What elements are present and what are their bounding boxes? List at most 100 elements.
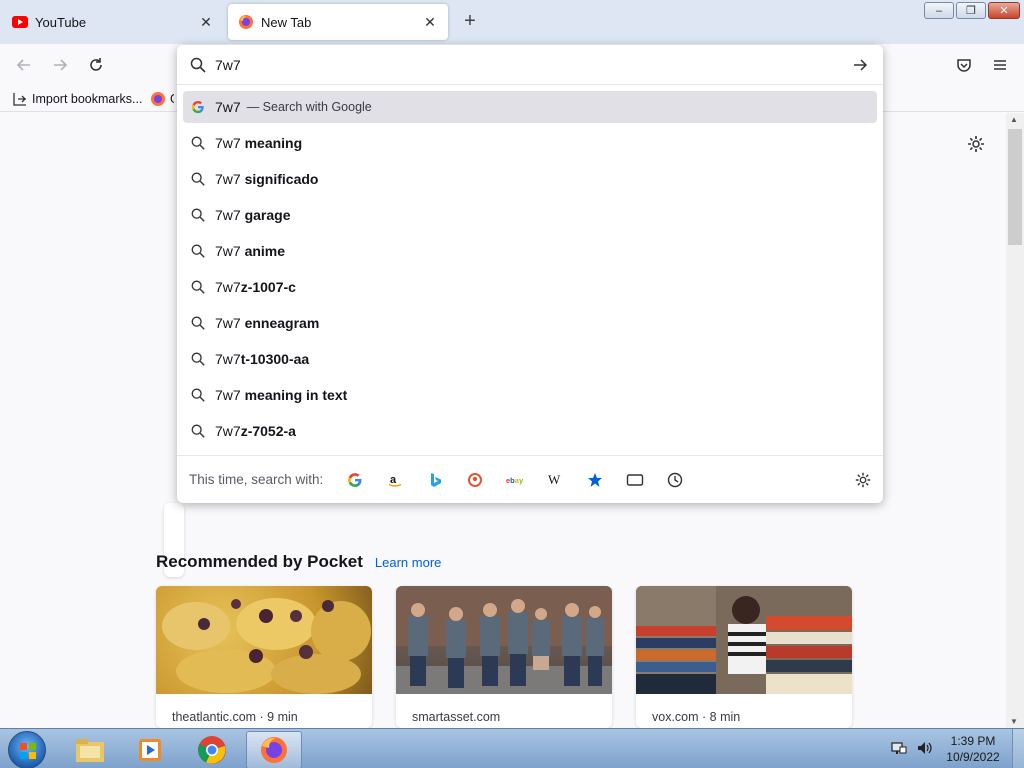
close-window-button[interactable]: ✕: [988, 2, 1020, 19]
suggestion-prefix: 7w7: [215, 351, 241, 367]
suggestion-row[interactable]: 7w7z-7052-a: [183, 415, 877, 447]
suggestion-text: 7w7t-10300-aa: [215, 351, 309, 367]
show-desktop-button[interactable]: [1012, 729, 1024, 768]
forward-arrow-icon: [54, 59, 68, 71]
reload-icon: [90, 58, 102, 71]
ebay-icon: ebay: [506, 476, 524, 485]
clock-icon: [667, 472, 683, 488]
page-scrollbar[interactable]: ▲ ▼: [1006, 113, 1024, 728]
suggestion-row[interactable]: 7w7t-10300-aa: [183, 343, 877, 375]
youtube-icon: [12, 14, 28, 30]
suggestion-text: 7w7 meaning in text: [215, 387, 347, 403]
start-button[interactable]: [8, 731, 46, 768]
folder-icon: [76, 739, 104, 762]
clock-time: 1:39 PM: [950, 734, 996, 748]
suggestion-row[interactable]: 7w7 — Search with Google: [183, 91, 877, 123]
one-off-label: This time, search with:: [189, 472, 324, 487]
card-source: smartasset.com: [412, 710, 501, 724]
taskbar-firefox[interactable]: [246, 731, 302, 768]
google-icon: [190, 99, 206, 115]
import-bookmarks-button[interactable]: Import bookmarks...: [12, 90, 142, 108]
system-clock[interactable]: 1:39 PM 10/9/2022: [940, 733, 1006, 765]
address-bar: [177, 45, 883, 85]
star-icon: [588, 473, 602, 487]
suggestion-text: 7w7z-7052-a: [215, 423, 296, 439]
back-button[interactable]: [12, 53, 36, 77]
maximize-button[interactable]: ❐: [956, 2, 986, 19]
svg-text:a: a: [390, 474, 397, 486]
tab-youtube[interactable]: YouTube ✕: [2, 4, 224, 40]
network-icon[interactable]: [890, 739, 908, 757]
volume-icon[interactable]: [916, 739, 934, 757]
suggestion-row[interactable]: 7w7 garage: [183, 199, 877, 231]
pocket-title: Recommended by Pocket: [156, 552, 363, 571]
taskbar-explorer[interactable]: [62, 731, 118, 768]
tab-icon: [626, 474, 644, 486]
go-arrow-icon[interactable]: [851, 56, 869, 74]
bookmarks-engine-button[interactable]: [583, 468, 607, 492]
new-tab-button[interactable]: +: [458, 10, 482, 34]
pocket-card[interactable]: theatlantic.com · 9 min: [156, 586, 372, 728]
taskbar-media-player[interactable]: [122, 731, 178, 768]
wikipedia-icon: W: [548, 472, 561, 487]
scroll-down-icon[interactable]: ▼: [1010, 717, 1018, 726]
one-off-search-bar: This time, search with: a ebay W: [177, 455, 883, 503]
history-engine-button[interactable]: [663, 468, 687, 492]
suggestion-text: 7w7 garage: [215, 207, 291, 223]
suggestion-row[interactable]: 7w7 meaning: [183, 127, 877, 159]
search-settings-button[interactable]: [851, 468, 875, 492]
ebay-engine-button[interactable]: ebay: [503, 468, 527, 492]
wikipedia-engine-button[interactable]: W: [543, 468, 567, 492]
pocket-button[interactable]: [952, 53, 976, 77]
pocket-card[interactable]: vox.com · 8 min: [636, 586, 852, 728]
close-tab-icon[interactable]: ✕: [422, 14, 438, 30]
suggestion-row[interactable]: 7w7z-1007-c: [183, 271, 877, 303]
pocket-header: Recommended by Pocket Learn more: [156, 552, 441, 572]
search-icon: [190, 279, 206, 295]
suggestion-prefix: 7w7: [215, 135, 245, 151]
pocket-card[interactable]: smartasset.com: [396, 586, 612, 728]
amazon-icon: a: [388, 474, 402, 487]
suggestion-suffix: garage: [244, 207, 291, 223]
suggestion-suffix: t-10300-aa: [240, 351, 310, 367]
google-engine-button[interactable]: [343, 468, 367, 492]
learn-more-link[interactable]: Learn more: [375, 555, 441, 570]
svg-text:W: W: [548, 472, 561, 487]
search-icon: [190, 387, 206, 403]
amazon-engine-button[interactable]: a: [383, 468, 407, 492]
firefox-icon: [261, 737, 287, 763]
suggestion-row[interactable]: 7w7 meaning in text: [183, 379, 877, 411]
svg-text:ebay: ebay: [506, 476, 524, 485]
windows-logo-icon: [20, 743, 36, 759]
address-input[interactable]: [215, 55, 815, 75]
app-menu-button[interactable]: [988, 53, 1012, 77]
tab-title: New Tab: [261, 14, 312, 30]
forward-button[interactable]: [48, 53, 72, 77]
minimize-button[interactable]: –: [924, 2, 954, 19]
search-icon: [190, 423, 206, 439]
suggestion-text: 7w7 significado: [215, 171, 318, 187]
library-books-image: [636, 586, 852, 694]
bing-engine-button[interactable]: [423, 468, 447, 492]
bookmark-item[interactable]: G: [150, 90, 174, 108]
suggestion-suffix: anime: [244, 243, 286, 259]
search-icon: [190, 171, 206, 187]
gear-icon: [968, 136, 984, 152]
address-bar-dropdown: 7w7— Search with Google 7w7 meaning 7w7 si…: [177, 45, 883, 503]
search-icon: [190, 315, 206, 331]
tab-new-tab[interactable]: New Tab ✕: [228, 4, 448, 40]
personalize-settings-button[interactable]: [966, 134, 986, 154]
taskbar-chrome[interactable]: [184, 731, 240, 768]
scroll-up-icon[interactable]: ▲: [1010, 115, 1018, 124]
reload-button[interactable]: [84, 53, 108, 77]
suggestion-row[interactable]: 7w7 anime: [183, 235, 877, 267]
scrollbar-thumb[interactable]: [1008, 129, 1022, 245]
tabs-engine-button[interactable]: [623, 468, 647, 492]
close-tab-icon[interactable]: ✕: [198, 14, 214, 30]
search-icon: [190, 207, 206, 223]
tab-title: YouTube: [35, 14, 87, 30]
duckduckgo-engine-button[interactable]: [463, 468, 487, 492]
suggestion-row[interactable]: 7w7 enneagram: [183, 307, 877, 339]
suggestion-row[interactable]: 7w7 significado: [183, 163, 877, 195]
suggestion-prefix: 7w7: [215, 99, 241, 115]
